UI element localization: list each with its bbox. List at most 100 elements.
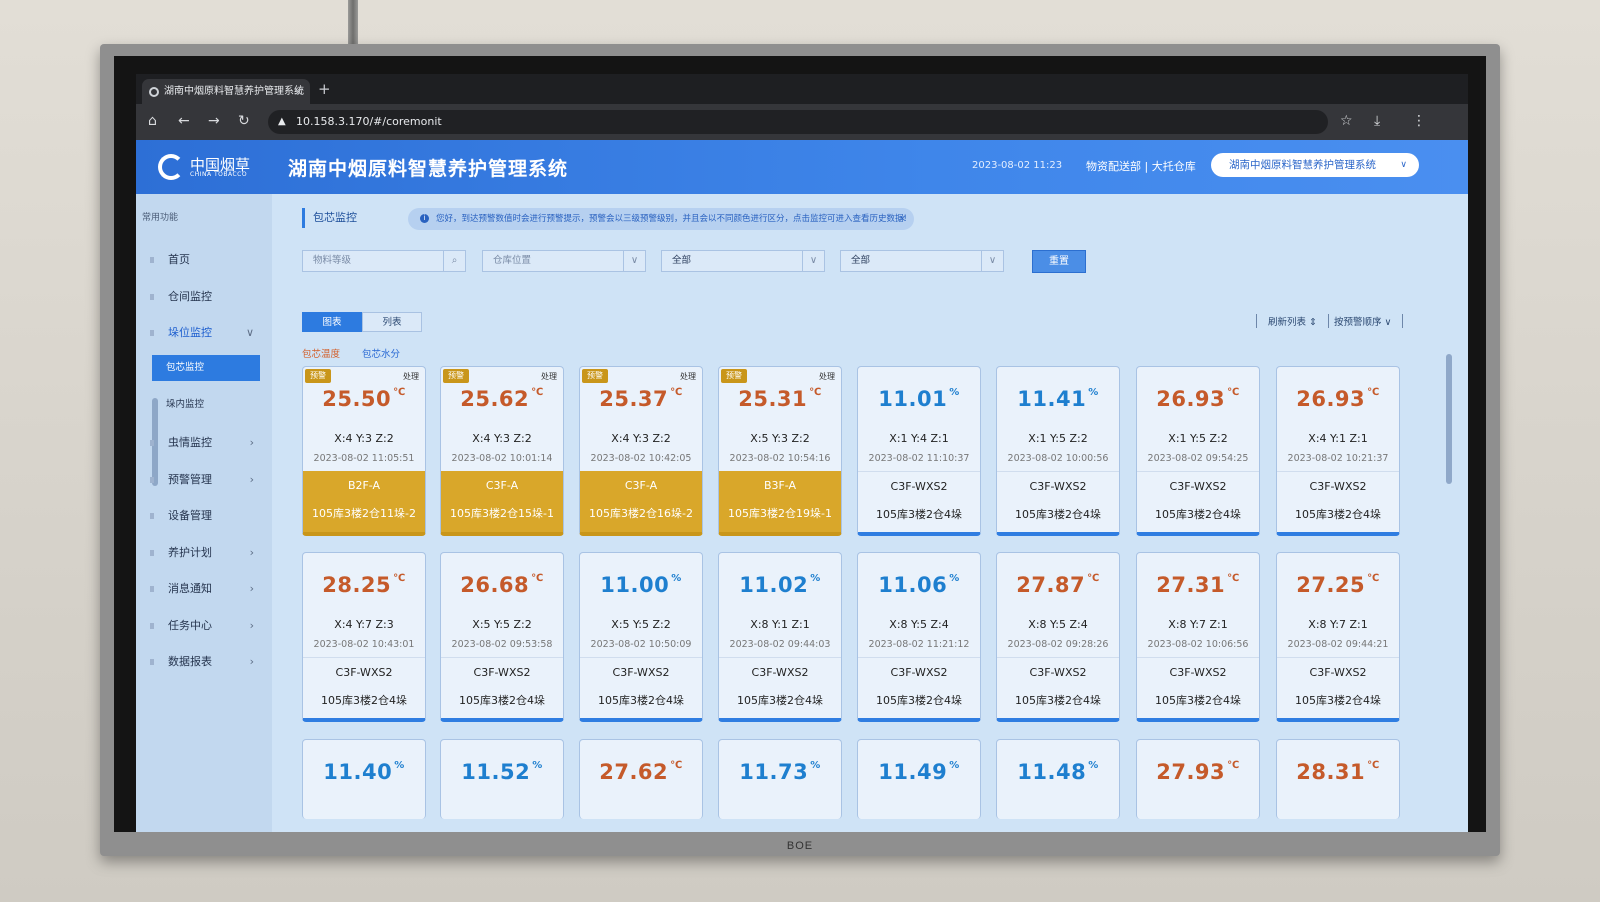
sidebar-item-alert-management[interactable]: 预警管理 › xyxy=(136,466,272,494)
sensor-coordinates: X:8 Y:7 Z:1 xyxy=(1308,618,1368,631)
filter-select-2-value: 全部 xyxy=(851,255,871,266)
monitor-card[interactable]: 27.31 ℃ X:8 Y:7 Z:1 2023-08-02 10:06:56 C3F-… xyxy=(1136,552,1260,722)
monitor-card[interactable]: 28.25 ℃ X:4 Y:7 Z:3 2023-08-02 10:43:01 C3F-… xyxy=(302,552,426,722)
handle-button[interactable]: 处理 xyxy=(680,371,696,382)
reading-value: 25.31 ℃ xyxy=(719,387,841,411)
refresh-list-button[interactable]: 刷新列表 ⇕ xyxy=(1268,314,1317,328)
reading-unit: % xyxy=(810,573,821,584)
notice-banner: i 您好，到达预警数值时会进行预警提示，预警会以三级预警级别，并且会以不同颜色进… xyxy=(408,208,914,230)
monitor-card[interactable]: 11.52% xyxy=(440,739,564,819)
tab-list[interactable]: 列表 xyxy=(362,312,422,332)
home-icon[interactable]: ⌂ xyxy=(148,113,157,129)
reload-icon[interactable]: ↻ xyxy=(238,113,250,129)
reading-unit: % xyxy=(949,760,960,771)
sidebar-item-home[interactable]: 首页 xyxy=(136,246,272,274)
chevron-down-icon: ∨ xyxy=(802,251,824,271)
reading-unit: ℃ xyxy=(531,573,544,584)
monitor-card[interactable]: 11.01% X:1 Y:4 Z:1 2023-08-02 11:10:37 C3F-… xyxy=(857,366,981,536)
back-icon[interactable]: ← xyxy=(178,113,190,129)
monitor-card[interactable]: 26.93 ℃ X:1 Y:5 Z:2 2023-08-02 09:54:25 C3F-… xyxy=(1136,366,1260,536)
monitor-card[interactable]: 11.06% X:8 Y:5 Z:4 2023-08-02 11:21:12 C3F-… xyxy=(857,552,981,722)
monitor-card[interactable]: 11.40% xyxy=(302,739,426,819)
sidebar-subitem-core-monitor[interactable]: 包芯监控 xyxy=(152,355,260,381)
reading-number: 27.31 xyxy=(1156,573,1226,597)
monitor-card[interactable]: 27.93 ℃ xyxy=(1136,739,1260,819)
sidebar-item-label: 垛位监控 xyxy=(168,326,212,339)
filter-select-2[interactable]: 全部 ∨ xyxy=(840,250,1004,272)
reset-button[interactable]: 重置 xyxy=(1032,250,1086,273)
handle-button[interactable]: 处理 xyxy=(541,371,557,382)
monitor-card[interactable]: 27.25 ℃ X:8 Y:7 Z:1 2023-08-02 09:44:21 C3F-… xyxy=(1276,552,1400,722)
chevron-right-icon: › xyxy=(249,619,254,632)
monitor-card[interactable]: 27.87 ℃ X:8 Y:5 Z:4 2023-08-02 09:28:26 C3F-… xyxy=(996,552,1120,722)
monitor-card[interactable]: 11.49% xyxy=(857,739,981,819)
not-secure-warning-icon[interactable]: ▲ xyxy=(278,110,286,134)
monitor-card[interactable]: 26.93 ℃ X:4 Y:1 Z:1 2023-08-02 10:21:37 C3F-… xyxy=(1276,366,1400,536)
card-footer: C3F-WXS2 105库3楼2仓4垛 xyxy=(1277,657,1399,718)
material-grade-input[interactable]: 物料等级 ⌕ xyxy=(302,250,466,272)
reading-value: 28.31 ℃ xyxy=(1277,760,1399,784)
sidebar-item-notifications[interactable]: 消息通知 › xyxy=(136,575,272,603)
address-bar[interactable]: ▲ 10.158.3.170/#/coremonit xyxy=(268,110,1328,134)
sidebar-item-warehouse-monitor[interactable]: 仓间监控 xyxy=(136,283,272,311)
tab-core-temperature[interactable]: 包芯温度 xyxy=(302,346,340,360)
cards-scrollbar[interactable] xyxy=(1446,354,1452,484)
monitor-card[interactable]: 预警 处理 25.50 ℃ X:4 Y:3 Z:2 2023-08-02 11:05:51… xyxy=(302,366,426,536)
sidebar-subitem-stack-inner-monitor[interactable]: 垛内监控 xyxy=(152,392,260,418)
menu-bullet-icon xyxy=(150,294,154,300)
header-department[interactable]: 物资配送部 | 大托仓库 xyxy=(1086,158,1196,174)
reading-number: 28.31 xyxy=(1296,760,1366,784)
chevron-right-icon: › xyxy=(249,546,254,559)
browser-tab[interactable]: 湖南中烟原料智慧养护管理系统 × xyxy=(142,79,310,104)
reading-value: 27.87 ℃ xyxy=(997,573,1119,597)
monitor-card[interactable]: 预警 处理 25.37 ℃ X:4 Y:3 Z:2 2023-08-02 10:42:05… xyxy=(579,366,703,536)
card-footer: C3F-WXS2 105库3楼2仓4垛 xyxy=(858,657,980,718)
monitor-card[interactable]: 11.73% xyxy=(718,739,842,819)
sidebar-item-stack-monitor[interactable]: 垛位监控 ∨ xyxy=(136,319,272,347)
monitor-card[interactable]: 28.31 ℃ xyxy=(1276,739,1400,819)
search-icon[interactable]: ⌕ xyxy=(443,251,465,271)
reading-time: 2023-08-02 10:43:01 xyxy=(313,639,415,650)
menu-bullet-icon xyxy=(150,513,154,519)
forward-icon[interactable]: → xyxy=(208,113,220,129)
download-icon[interactable]: ⤓ xyxy=(1374,113,1380,129)
monitor-card[interactable]: 预警 处理 25.62 ℃ X:4 Y:3 Z:2 2023-08-02 10:01:14… xyxy=(440,366,564,536)
filter-select-1[interactable]: 全部 ∨ xyxy=(661,250,825,272)
handle-button[interactable]: 处理 xyxy=(819,371,835,382)
monitor-card[interactable]: 预警 处理 25.31 ℃ X:5 Y:3 Z:2 2023-08-02 10:54:16… xyxy=(718,366,842,536)
sidebar-item-maintenance-plan[interactable]: 养护计划 › xyxy=(136,539,272,567)
reading-number: 25.50 xyxy=(322,387,392,411)
sidebar-item-task-center[interactable]: 任务中心 › xyxy=(136,612,272,640)
chevron-down-icon: ∨ xyxy=(623,251,645,271)
reading-number: 25.62 xyxy=(460,387,530,411)
reading-number: 11.41 xyxy=(1017,387,1087,411)
monitor-card[interactable]: 11.00% X:5 Y:5 Z:2 2023-08-02 10:50:09 C3F-… xyxy=(579,552,703,722)
china-tobacco-logo: 中国烟草 CHINA TOBACCO xyxy=(158,152,254,182)
warehouse-location-select[interactable]: 仓库位置 ∨ xyxy=(482,250,646,272)
system-select[interactable]: 湖南中烟原料智慧养护管理系统 ∨ xyxy=(1211,153,1419,177)
monitor-card[interactable]: 26.68 ℃ X:5 Y:5 Z:2 2023-08-02 09:53:58 C3F-… xyxy=(440,552,564,722)
monitor-card[interactable]: 11.48% xyxy=(996,739,1120,819)
tab-core-moisture[interactable]: 包芯水分 xyxy=(362,346,400,360)
monitor-card[interactable]: 27.62 ℃ xyxy=(579,739,703,819)
tab-title: 湖南中烟原料智慧养护管理系统 xyxy=(164,86,304,97)
menu-bullet-icon xyxy=(150,330,154,336)
monitor-card[interactable]: 11.02% X:8 Y:1 Z:1 2023-08-02 09:44:03 C3F-… xyxy=(718,552,842,722)
reading-unit: % xyxy=(394,760,405,771)
sidebar-item-device-management[interactable]: 设备管理 xyxy=(136,502,272,530)
breadcrumb: 包芯监控 xyxy=(302,208,357,228)
bookmark-star-icon[interactable]: ☆ xyxy=(1340,113,1353,129)
new-tab-button[interactable]: + xyxy=(318,80,331,98)
monitor-card[interactable]: 11.41% X:1 Y:5 Z:2 2023-08-02 10:00:56 C3F-… xyxy=(996,366,1120,536)
close-tab-icon[interactable]: × xyxy=(294,79,303,104)
browser-menu-icon[interactable]: ⋮ xyxy=(1412,113,1426,129)
handle-button[interactable]: 处理 xyxy=(403,371,419,382)
sidebar-item-data-reports[interactable]: 数据报表 › xyxy=(136,648,272,676)
sort-select[interactable]: 按预警顺序 ∨ xyxy=(1334,314,1392,328)
stack-location: 105库3楼2仓4垛 xyxy=(321,694,407,707)
close-icon[interactable]: × xyxy=(899,208,906,230)
stack-location: 105库3楼2仓4垛 xyxy=(1295,694,1381,707)
reading-time: 2023-08-02 09:44:21 xyxy=(1287,639,1389,650)
tab-chart[interactable]: 图表 xyxy=(302,312,362,332)
sidebar-item-pest-monitor[interactable]: 虫情监控 › xyxy=(136,429,272,457)
